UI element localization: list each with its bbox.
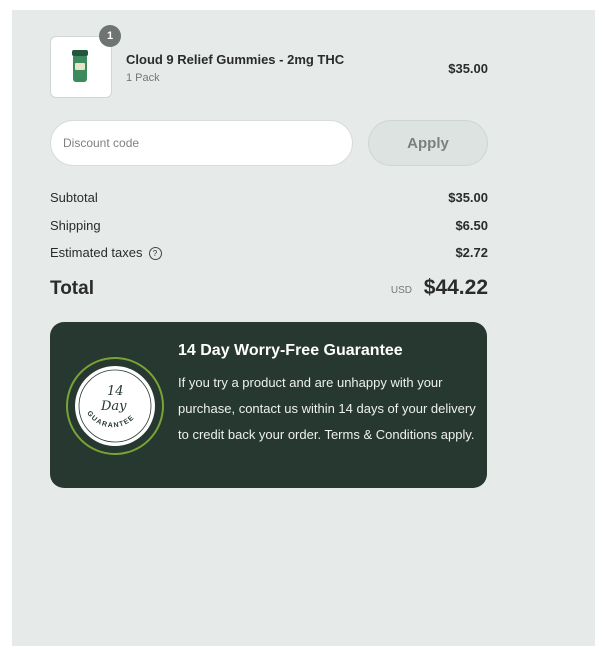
quantity-badge: 1	[99, 25, 121, 47]
gummies-jar-image	[72, 50, 88, 82]
total-label: Total	[50, 278, 94, 299]
shipping-row: Shipping $6.50	[50, 218, 488, 238]
shipping-value: $6.50	[455, 218, 488, 233]
product-name: Cloud 9 Relief Gummies - 2mg THC	[126, 52, 345, 67]
guarantee-seal-icon: 14 Day GUARANTEE	[66, 357, 164, 455]
guarantee-title: 14 Day Worry-Free Guarantee	[178, 342, 403, 359]
guarantee-card: 14 Day GUARANTEE 14 Day Worry-Free Guara…	[50, 322, 487, 488]
subtotal-value: $35.00	[448, 190, 488, 205]
discount-code-input[interactable]	[50, 120, 353, 166]
product-variant: 1 Pack	[126, 72, 160, 84]
svg-text:14: 14	[107, 384, 124, 399]
total-currency: USD	[390, 285, 412, 296]
cart-line-item: 1 Cloud 9 Relief Gummies - 2mg THC 1 Pac…	[50, 25, 488, 100]
taxes-value: $2.72	[455, 245, 488, 260]
taxes-label: Estimated taxes	[50, 245, 143, 260]
total-value: $44.22	[423, 276, 488, 299]
svg-text:Day: Day	[100, 399, 127, 414]
product-thumbnail: 1	[50, 25, 121, 98]
subtotal-row: Subtotal $35.00	[50, 190, 488, 210]
taxes-row: Estimated taxes? $2.72	[50, 245, 488, 265]
total-row: Total USD $44.22	[50, 276, 488, 304]
guarantee-seal-graphic: 14 Day GUARANTEE	[75, 366, 155, 446]
subtotal-label: Subtotal	[50, 190, 98, 205]
question-circle-icon[interactable]: ?	[148, 247, 162, 260]
product-price: $35.00	[448, 61, 488, 76]
guarantee-body: If you try a product and are unhappy wit…	[178, 375, 476, 442]
apply-discount-button[interactable]: Apply	[368, 120, 488, 166]
shipping-label: Shipping	[50, 218, 101, 233]
taxes-label-wrap: Estimated taxes?	[50, 245, 162, 260]
checkout-summary-panel: 1 Cloud 9 Relief Gummies - 2mg THC 1 Pac…	[12, 10, 595, 646]
